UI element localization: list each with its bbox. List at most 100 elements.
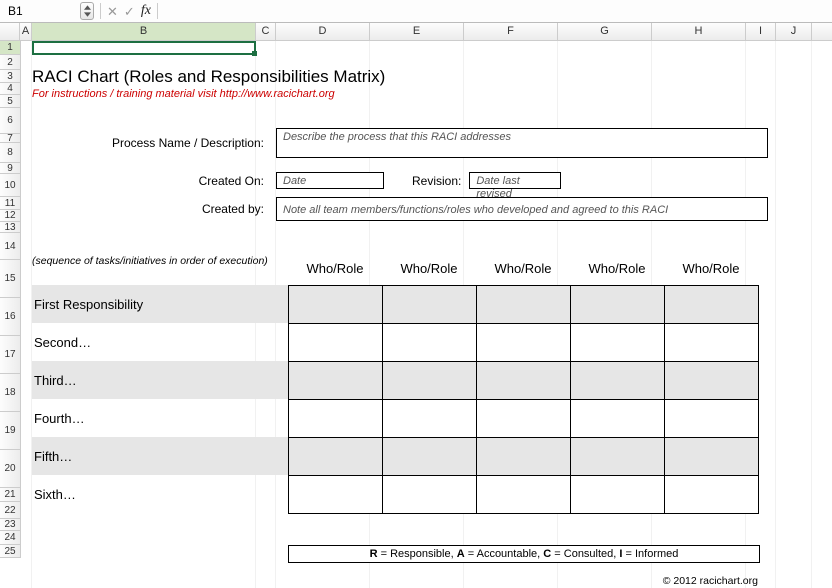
matrix-table[interactable]: [288, 285, 759, 514]
matrix-cell-4-2[interactable]: [477, 438, 571, 476]
copyright: © 2012 racichart.org: [32, 575, 758, 587]
matrix-cell-5-1[interactable]: [383, 476, 477, 514]
row-header-17[interactable]: 17: [0, 336, 20, 374]
matrix-cell-0-0[interactable]: [289, 286, 383, 324]
row-header-10[interactable]: 10: [0, 174, 20, 197]
task-label-3[interactable]: Fourth…: [32, 399, 288, 437]
row-header-11[interactable]: 11: [0, 197, 20, 210]
row-header-24[interactable]: 24: [0, 531, 20, 545]
page-title: RACI Chart (Roles and Responsibilities M…: [32, 67, 792, 87]
matrix-cell-4-4[interactable]: [665, 438, 759, 476]
matrix-cell-1-2[interactable]: [477, 324, 571, 362]
column-header-D[interactable]: D: [276, 23, 370, 40]
column-header-H[interactable]: H: [652, 23, 746, 40]
grid-body[interactable]: RACI Chart (Roles and Responsibilities M…: [20, 41, 832, 588]
created-on-field[interactable]: Date: [276, 172, 384, 189]
row-header-12[interactable]: 12: [0, 210, 20, 222]
matrix-cell-2-3[interactable]: [571, 362, 665, 400]
matrix-cell-0-4[interactable]: [665, 286, 759, 324]
matrix-cell-4-0[interactable]: [289, 438, 383, 476]
matrix-cell-5-4[interactable]: [665, 476, 759, 514]
matrix-cell-5-0[interactable]: [289, 476, 383, 514]
column-header-F[interactable]: F: [464, 23, 558, 40]
row-header-20[interactable]: 20: [0, 450, 20, 488]
name-box-input[interactable]: [4, 2, 74, 20]
matrix-cell-0-3[interactable]: [571, 286, 665, 324]
role-header-4[interactable]: Who/Role: [664, 261, 758, 276]
matrix-cell-3-0[interactable]: [289, 400, 383, 438]
row-header-14[interactable]: 14: [0, 233, 20, 260]
formula-input[interactable]: [164, 2, 828, 20]
matrix-cell-1-3[interactable]: [571, 324, 665, 362]
sequence-note: (sequence of tasks/initiatives in order …: [32, 255, 276, 267]
matrix-cell-1-1[interactable]: [383, 324, 477, 362]
matrix-cell-3-1[interactable]: [383, 400, 477, 438]
name-box-stepper[interactable]: [80, 2, 94, 20]
stepper-down-icon[interactable]: [81, 11, 93, 18]
matrix-cell-0-2[interactable]: [477, 286, 571, 324]
row-header-4[interactable]: 4: [0, 83, 20, 95]
matrix-cell-3-2[interactable]: [477, 400, 571, 438]
raci-template: RACI Chart (Roles and Responsibilities M…: [32, 55, 792, 221]
created-by-field[interactable]: Note all team members/functions/roles wh…: [276, 197, 768, 221]
cancel-formula-icon[interactable]: ✕: [107, 5, 118, 18]
column-header-J[interactable]: J: [776, 23, 812, 40]
row-header-1[interactable]: 1: [0, 41, 20, 55]
role-header-1[interactable]: Who/Role: [382, 261, 476, 276]
matrix-cell-5-3[interactable]: [571, 476, 665, 514]
row-header-16[interactable]: 16: [0, 298, 20, 336]
row-header-21[interactable]: 21: [0, 488, 20, 502]
row-header-7[interactable]: 7: [0, 134, 20, 143]
column-header-E[interactable]: E: [370, 23, 464, 40]
subtitle-link[interactable]: For instructions / training material vis…: [32, 88, 792, 100]
spreadsheet: ABCDEFGHIJ 12345678910111213141516171819…: [0, 23, 832, 588]
matrix-cell-3-3[interactable]: [571, 400, 665, 438]
task-label-0[interactable]: First Responsibility: [32, 285, 288, 323]
created-on-label: Created On:: [32, 174, 276, 188]
row-header-9[interactable]: 9: [0, 163, 20, 174]
role-header-0[interactable]: Who/Role: [288, 261, 382, 276]
legend: R = Responsible, A = Accountable, C = Co…: [288, 545, 760, 563]
matrix-cell-2-1[interactable]: [383, 362, 477, 400]
matrix-cell-1-0[interactable]: [289, 324, 383, 362]
matrix-cell-0-1[interactable]: [383, 286, 477, 324]
matrix-cell-4-3[interactable]: [571, 438, 665, 476]
row-header-8[interactable]: 8: [0, 143, 20, 163]
row-header-2[interactable]: 2: [0, 55, 20, 70]
row-header-25[interactable]: 25: [0, 545, 20, 558]
matrix-cell-4-1[interactable]: [383, 438, 477, 476]
row-header-5[interactable]: 5: [0, 95, 20, 108]
matrix-cell-1-4[interactable]: [665, 324, 759, 362]
select-all-corner[interactable]: [0, 23, 20, 40]
task-label-1[interactable]: Second…: [32, 323, 288, 361]
process-name-field[interactable]: Describe the process that this RACI addr…: [276, 128, 768, 158]
row-header-15[interactable]: 15: [0, 260, 20, 298]
row-header-19[interactable]: 19: [0, 412, 20, 450]
matrix-cell-2-0[interactable]: [289, 362, 383, 400]
matrix-cell-5-2[interactable]: [477, 476, 571, 514]
row-header-22[interactable]: 22: [0, 502, 20, 519]
row-header-18[interactable]: 18: [0, 374, 20, 412]
matrix-cell-2-2[interactable]: [477, 362, 571, 400]
task-label-5[interactable]: Sixth…: [32, 475, 288, 513]
role-header-3[interactable]: Who/Role: [570, 261, 664, 276]
row-header-13[interactable]: 13: [0, 222, 20, 233]
row-header-6[interactable]: 6: [0, 108, 20, 134]
column-header-I[interactable]: I: [746, 23, 776, 40]
stepper-up-icon[interactable]: [81, 4, 93, 11]
matrix-cell-3-4[interactable]: [665, 400, 759, 438]
revision-field[interactable]: Date last revised: [469, 172, 561, 189]
revision-label: Revision:: [412, 174, 461, 188]
accept-formula-icon[interactable]: ✓: [124, 5, 135, 18]
column-header-B[interactable]: B: [32, 23, 256, 40]
role-header-2[interactable]: Who/Role: [476, 261, 570, 276]
row-header-3[interactable]: 3: [0, 70, 20, 83]
row-header-23[interactable]: 23: [0, 519, 20, 531]
column-header-G[interactable]: G: [558, 23, 652, 40]
column-header-C[interactable]: C: [256, 23, 276, 40]
task-label-2[interactable]: Third…: [32, 361, 288, 399]
column-header-A[interactable]: A: [20, 23, 32, 40]
divider: [157, 3, 158, 19]
matrix-cell-2-4[interactable]: [665, 362, 759, 400]
task-label-4[interactable]: Fifth…: [32, 437, 288, 475]
